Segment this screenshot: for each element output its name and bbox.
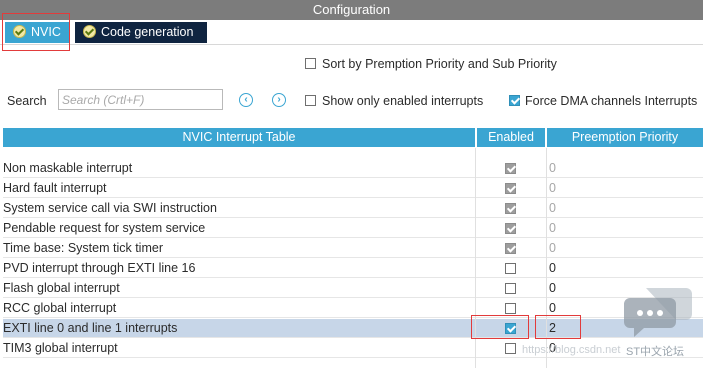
table-row[interactable]	[3, 179, 703, 198]
preemption-priority-value: 0	[549, 161, 556, 175]
chat-bubble-icon	[624, 288, 692, 337]
search-previous-button[interactable]: ‹	[239, 93, 253, 107]
tab-code-generation[interactable]: Code generation	[75, 22, 207, 43]
enabled-checkbox[interactable]	[505, 303, 516, 314]
window-title: Configuration	[0, 0, 703, 20]
interrupt-name: Non maskable interrupt	[3, 161, 133, 175]
preemption-priority-value: 0	[549, 201, 556, 215]
show-only-enabled-checkbox[interactable]	[305, 95, 316, 106]
watermark-text: ST中文论坛	[626, 346, 685, 358]
preemption-priority-value: 0	[549, 181, 556, 195]
interrupt-name: Flash global interrupt	[3, 281, 120, 295]
enabled-highlight-box	[471, 315, 529, 339]
interrupt-name: Time base: System tick timer	[3, 241, 163, 255]
sort-by-priority-label: Sort by Premption Priority and Sub Prior…	[322, 57, 557, 71]
column-header-preemption-priority[interactable]: Preemption Priority	[547, 128, 703, 147]
preemption-priority-value: 0	[549, 221, 556, 235]
preemption-priority-value: 0	[549, 241, 556, 255]
enabled-checkbox	[505, 223, 516, 234]
interrupt-name: RCC global interrupt	[3, 301, 117, 315]
enabled-checkbox	[505, 203, 516, 214]
enabled-checkbox[interactable]	[505, 283, 516, 294]
preemption-priority-value[interactable]: 0	[549, 279, 556, 298]
show-only-enabled-label: Show only enabled interrupts	[322, 94, 484, 108]
interrupt-name: PVD interrupt through EXTI line 16	[3, 261, 196, 275]
column-header-enabled[interactable]: Enabled	[477, 128, 545, 147]
check-circle-icon	[83, 25, 96, 39]
sort-by-priority-checkbox[interactable]	[305, 58, 316, 69]
column-header-interrupt[interactable]: NVIC Interrupt Table	[3, 128, 475, 147]
enabled-checkbox[interactable]	[505, 343, 516, 354]
watermark-url: https://blog.csdn.net	[522, 344, 621, 356]
preemption-priority-value[interactable]: 0	[549, 259, 556, 278]
enabled-checkbox	[505, 163, 516, 174]
interrupt-name: EXTI line 0 and line 1 interrupts	[3, 321, 178, 335]
nvic-tab-highlight-box	[2, 13, 70, 51]
enabled-checkbox[interactable]	[505, 263, 516, 274]
force-dma-checkbox[interactable]	[509, 95, 520, 106]
search-label: Search	[7, 94, 47, 108]
interrupt-name: TIM3 global interrupt	[3, 341, 118, 355]
enabled-checkbox	[505, 183, 516, 194]
force-dma-label: Force DMA channels Interrupts	[525, 94, 698, 108]
search-next-button[interactable]: ›	[272, 93, 286, 107]
interrupt-name: System service call via SWI instruction	[3, 201, 217, 215]
interrupt-name: Pendable request for system service	[3, 221, 206, 235]
interrupt-name: Hard fault interrupt	[3, 181, 107, 195]
tab-code-generation-label: Code generation	[101, 25, 194, 39]
search-input[interactable]	[58, 89, 223, 110]
enabled-checkbox	[505, 243, 516, 254]
priority-highlight-box	[535, 315, 581, 339]
